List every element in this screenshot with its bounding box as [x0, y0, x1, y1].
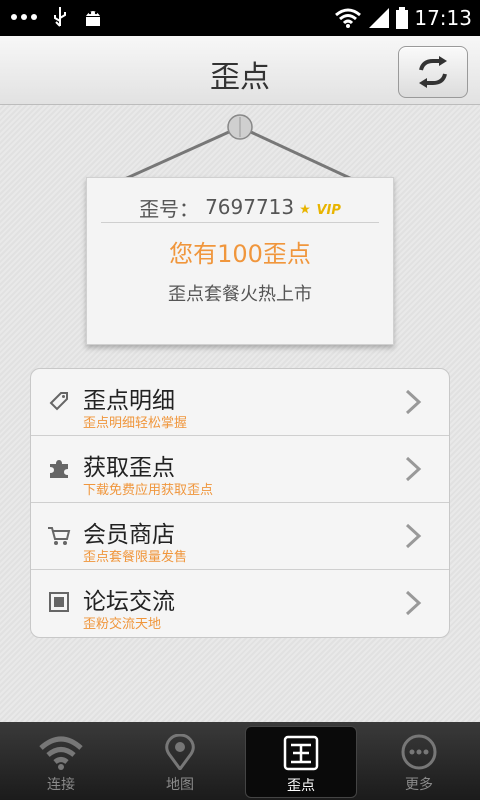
id-value: 7697713 — [205, 195, 295, 219]
bottom-tab-bar: 连接 地图 歪点 更多 — [0, 722, 480, 800]
id-label: 歪号： — [139, 196, 200, 221]
tab-connect[interactable]: 连接 — [6, 726, 116, 796]
android-debug-icon — [86, 11, 100, 26]
menu-subtitle: 歪点明细轻松掌握 — [83, 416, 188, 431]
status-right: 17:13 — [334, 4, 472, 32]
more-icon — [401, 734, 437, 770]
tab-label: 歪点 — [287, 778, 315, 794]
puzzle-icon — [50, 460, 68, 478]
tab-map[interactable]: 地图 — [125, 726, 235, 796]
wifi-icon — [39, 736, 83, 770]
tab-label: 地图 — [166, 777, 194, 793]
chevron-right-icon — [405, 456, 422, 482]
promo-text: 歪点套餐火热上市 — [168, 284, 312, 305]
tab-label: 更多 — [405, 777, 433, 793]
points-card: 歪号： 7697713 VIP 您有100歪点 歪点套餐火热上市 — [86, 177, 394, 345]
top-bar: 歪点 — [0, 36, 480, 105]
menu-item-member-store[interactable]: 会员商店 歪点套餐限量发售 — [31, 503, 449, 570]
chevron-right-icon — [405, 523, 422, 549]
points-balance: 您有100歪点 — [169, 240, 311, 268]
points-menu: 歪点明细 歪点明细轻松掌握 获取歪点 下载免费应用获取歪点 会员商店 歪点套餐限… — [30, 368, 450, 638]
battery-icon — [396, 7, 409, 29]
menu-title: 歪点明细 — [83, 388, 175, 414]
status-bar: 17:13 — [0, 0, 480, 36]
tab-label: 连接 — [47, 777, 75, 793]
menu-subtitle: 下载免费应用获取歪点 — [83, 483, 214, 498]
vip-badge: VIP — [300, 195, 341, 219]
cell-signal-icon — [369, 8, 390, 28]
chevron-right-icon — [405, 389, 422, 415]
status-left — [10, 6, 104, 28]
status-time: 17:13 — [414, 6, 472, 30]
waidian-icon — [283, 735, 319, 771]
menu-item-points-detail[interactable]: 歪点明细 歪点明细轻松掌握 — [31, 369, 449, 436]
tab-waidian[interactable]: 歪点 — [245, 726, 357, 798]
menu-item-get-points[interactable]: 获取歪点 下载免费应用获取歪点 — [31, 436, 449, 503]
wifi-signal-icon — [335, 8, 362, 28]
chevron-right-icon — [405, 590, 422, 616]
tab-more[interactable]: 更多 — [364, 726, 474, 796]
menu-title: 会员商店 — [83, 522, 175, 548]
menu-title: 获取歪点 — [83, 455, 175, 481]
menu-title: 论坛交流 — [83, 589, 175, 615]
tag-icon — [49, 392, 68, 411]
hanger-pin — [227, 114, 253, 140]
card-id-row: 歪号： 7697713 VIP — [101, 192, 379, 223]
refresh-button[interactable] — [398, 46, 468, 98]
map-pin-icon — [165, 734, 195, 770]
usb-icon — [54, 7, 66, 27]
forum-icon — [49, 592, 69, 612]
menu-subtitle: 歪点套餐限量发售 — [83, 550, 188, 565]
menu-subtitle: 歪粉交流天地 — [83, 617, 162, 632]
menu-item-forum[interactable]: 论坛交流 歪粉交流天地 — [31, 570, 449, 636]
content-area: 歪号： 7697713 VIP 您有100歪点 歪点套餐火热上市 歪点明细 歪点… — [0, 105, 480, 722]
vip-text: VIP — [316, 203, 341, 218]
refresh-icon — [419, 56, 447, 88]
cart-icon — [48, 527, 71, 545]
star-icon — [300, 204, 311, 214]
more-dots-icon — [11, 14, 37, 20]
